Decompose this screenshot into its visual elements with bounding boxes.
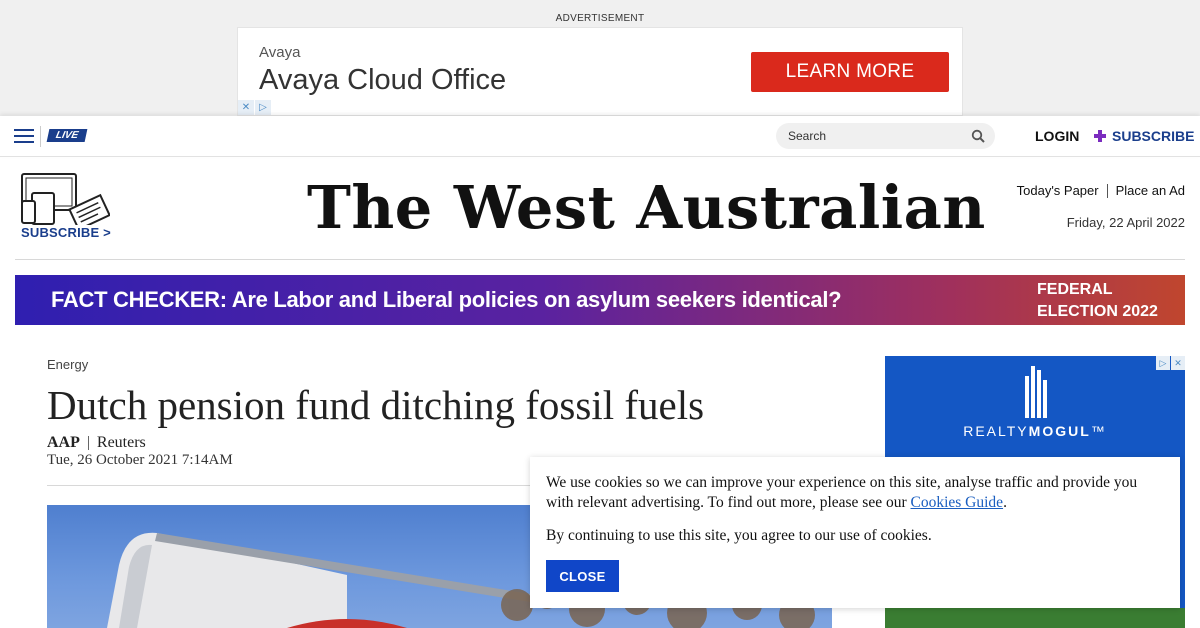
link-separator: [1106, 183, 1108, 198]
election-tag-line2: ELECTION 2022: [1037, 303, 1158, 320]
adchoices-icon[interactable]: ▷: [255, 100, 271, 115]
ad-product-name: Avaya Cloud Office: [259, 64, 507, 96]
advertisement-label: ADVERTISEMENT: [555, 13, 645, 24]
publish-date: Tue, 26 October 2021 7:14AM: [47, 452, 233, 468]
nav-divider: [40, 126, 41, 147]
ad-choices: ✕ ▷: [238, 100, 272, 115]
cookie-notice: We use cookies so we can improve your ex…: [530, 457, 1180, 608]
article-category[interactable]: Energy: [47, 357, 88, 372]
subscribe-link[interactable]: SUBSCRIBE: [1094, 128, 1194, 144]
ad-creative[interactable]: Avaya Avaya Cloud Office LEARN MORE ✕ ▷: [237, 27, 963, 116]
election-tag-line1: FEDERAL: [1037, 281, 1113, 298]
side-ad-brand: REALTYMOGUL™: [885, 423, 1185, 439]
cookie-message: We use cookies so we can improve your ex…: [546, 473, 1166, 513]
close-icon[interactable]: ✕: [238, 100, 254, 115]
adchoices-icon[interactable]: ▷: [1156, 356, 1170, 370]
side-ad-choices: ▷ ✕: [1155, 356, 1185, 370]
cookie-close-button[interactable]: CLOSE: [546, 560, 619, 592]
search-icon[interactable]: [971, 129, 985, 143]
place-an-ad-link[interactable]: Place an Ad: [1116, 183, 1185, 198]
fact-checker-banner[interactable]: FACT CHECKER: Are Labor and Liberal poli…: [15, 275, 1185, 325]
hamburger-menu-icon[interactable]: [14, 129, 34, 145]
live-badge[interactable]: LIVE: [46, 129, 88, 142]
learn-more-button[interactable]: LEARN MORE: [751, 52, 949, 92]
close-icon[interactable]: ✕: [1171, 356, 1185, 370]
side-ad-brand-prefix: REALTY: [963, 423, 1029, 439]
subscribe-label: SUBSCRIBE: [1112, 128, 1195, 144]
masthead-subscribe-link[interactable]: SUBSCRIBE >: [21, 225, 111, 240]
devices-icon[interactable]: [20, 173, 110, 225]
cookie-agreement-text: By continuing to use this site, you agre…: [546, 527, 932, 544]
todays-paper-link[interactable]: Today's Paper: [1017, 183, 1099, 198]
side-ad-foliage: [885, 608, 1185, 628]
masthead: SUBSCRIBE > The West Australian Today's …: [15, 157, 1185, 260]
cookie-message-text: We use cookies so we can improve your ex…: [546, 474, 1138, 511]
top-navigation: LIVE LOGIN SUBSCRIBE: [0, 116, 1200, 157]
site-logo[interactable]: The West Australian: [307, 173, 986, 242]
login-link[interactable]: LOGIN: [1035, 128, 1079, 144]
article-author: AAP: [47, 434, 80, 451]
byline: AAP Reuters: [47, 434, 146, 452]
article-source: Reuters: [96, 434, 146, 451]
election-tag: FEDERAL ELECTION 2022: [1037, 279, 1177, 323]
article-headline: Dutch pension fund ditching fossil fuels: [47, 382, 705, 428]
search-box[interactable]: [776, 123, 995, 149]
cookies-guide-link[interactable]: Cookies Guide: [911, 494, 1004, 511]
masthead-date: Friday, 22 April 2022: [1066, 215, 1185, 230]
masthead-links: Today's Paper Place an Ad: [1017, 183, 1185, 198]
search-input[interactable]: [788, 127, 958, 145]
banner-headline[interactable]: FACT CHECKER: Are Labor and Liberal poli…: [51, 287, 842, 313]
side-ad-brand-suffix: MOGUL: [1028, 423, 1091, 439]
cookie-message-end: .: [1003, 494, 1007, 511]
side-ad-trademark: ™: [1090, 423, 1107, 439]
building-logo-icon: [1025, 366, 1047, 418]
plus-icon: [1094, 130, 1106, 142]
byline-separator: [87, 436, 89, 450]
top-advertisement: ADVERTISEMENT Avaya Avaya Cloud Office L…: [0, 0, 1200, 116]
ad-brand: Avaya: [259, 44, 301, 61]
